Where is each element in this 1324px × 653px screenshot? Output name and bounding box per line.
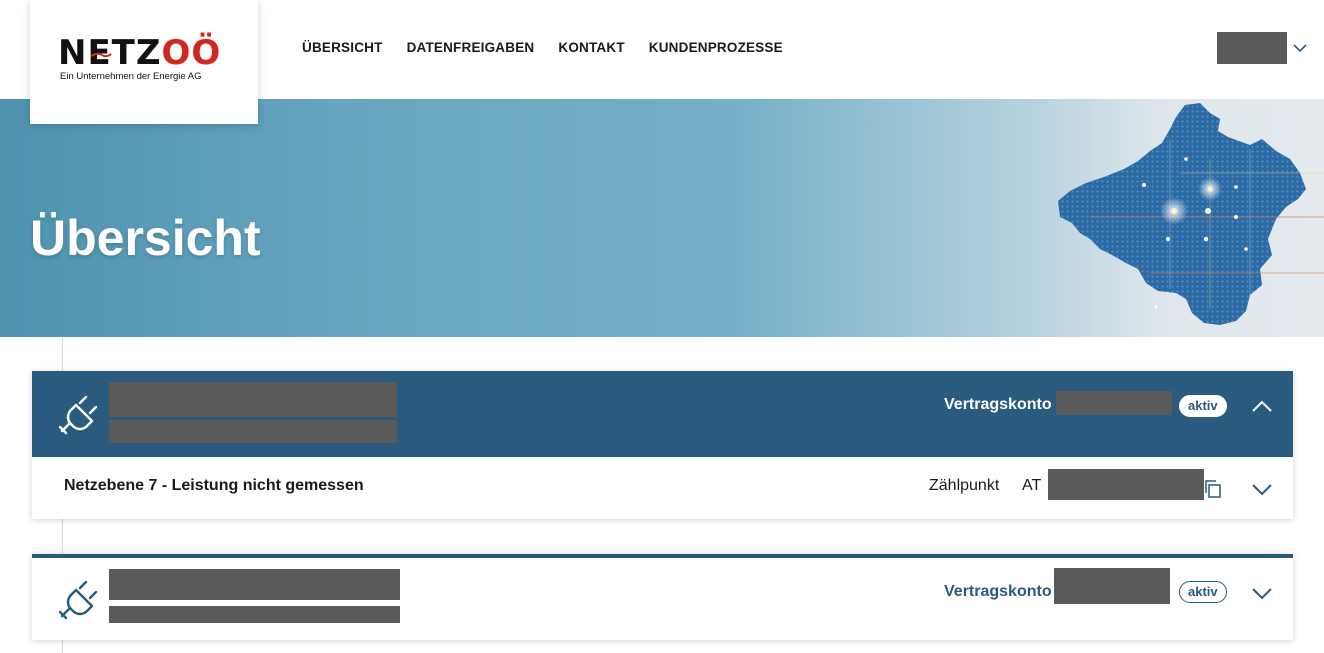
contract-name-redacted — [109, 420, 397, 443]
upper-austria-map-icon — [1058, 103, 1324, 325]
hero-banner: Übersicht — [0, 99, 1324, 337]
plug-icon — [58, 580, 98, 620]
contract-name-redacted — [109, 606, 400, 623]
logo-oo: OÖ — [161, 33, 222, 73]
logo-wordmark: NETZOÖ — [58, 36, 221, 70]
logo[interactable]: NETZOÖ Ein Unternehmen der Energie AG — [30, 0, 258, 124]
page-title: Übersicht — [30, 210, 261, 266]
logo-swoosh-icon — [90, 52, 112, 58]
contract-address-redacted — [109, 569, 400, 600]
status-badge: aktiv — [1179, 581, 1227, 603]
user-menu[interactable] — [1217, 32, 1307, 64]
contract-card: Vertragskonto aktiv Netzebene 7 - Leistu… — [32, 371, 1293, 519]
copy-icon[interactable] — [1204, 479, 1222, 499]
logo-tagline: Ein Unternehmen der Energie AG — [60, 71, 202, 82]
chevron-down-icon[interactable] — [1293, 43, 1307, 53]
user-name-redacted[interactable] — [1217, 32, 1287, 64]
zaehlpunkt-label: Zählpunkt — [929, 477, 1000, 494]
contract-address-redacted — [109, 382, 397, 417]
nav-item-kontakt[interactable]: KONTAKT — [558, 40, 624, 55]
contract-card: Vertragskonto aktiv — [32, 554, 1293, 640]
zaehlpunkt-prefix: AT — [1022, 477, 1042, 494]
contract-card-header[interactable]: Vertragskonto aktiv — [32, 558, 1293, 640]
nav-item-kundenprozesse[interactable]: KUNDENPROZESSE — [649, 40, 783, 55]
metering-point-row[interactable]: Netzebene 7 - Leistung nicht gemessen Zä… — [32, 457, 1293, 519]
vertragskonto-value-redacted — [1054, 568, 1170, 604]
contract-card-header[interactable]: Vertragskonto aktiv — [32, 371, 1293, 457]
chevron-up-icon[interactable] — [1251, 399, 1273, 413]
vertragskonto-value-redacted — [1056, 391, 1172, 415]
chevron-down-icon[interactable] — [1251, 586, 1273, 600]
plug-icon — [58, 395, 98, 435]
main-nav: ÜBERSICHT DATENFREIGABEN KONTAKT KUNDENP… — [302, 40, 783, 55]
nav-item-datenfreigaben[interactable]: DATENFREIGABEN — [407, 40, 535, 55]
status-badge: aktiv — [1179, 395, 1227, 417]
chevron-down-icon[interactable] — [1251, 482, 1273, 496]
nav-item-uebersicht[interactable]: ÜBERSICHT — [302, 40, 383, 55]
vertragskonto-label: Vertragskonto — [944, 583, 1052, 600]
vertragskonto-label: Vertragskonto — [944, 396, 1052, 413]
zaehlpunkt-value-redacted — [1048, 469, 1204, 500]
netzebene-label: Netzebene 7 - Leistung nicht gemessen — [64, 477, 364, 494]
